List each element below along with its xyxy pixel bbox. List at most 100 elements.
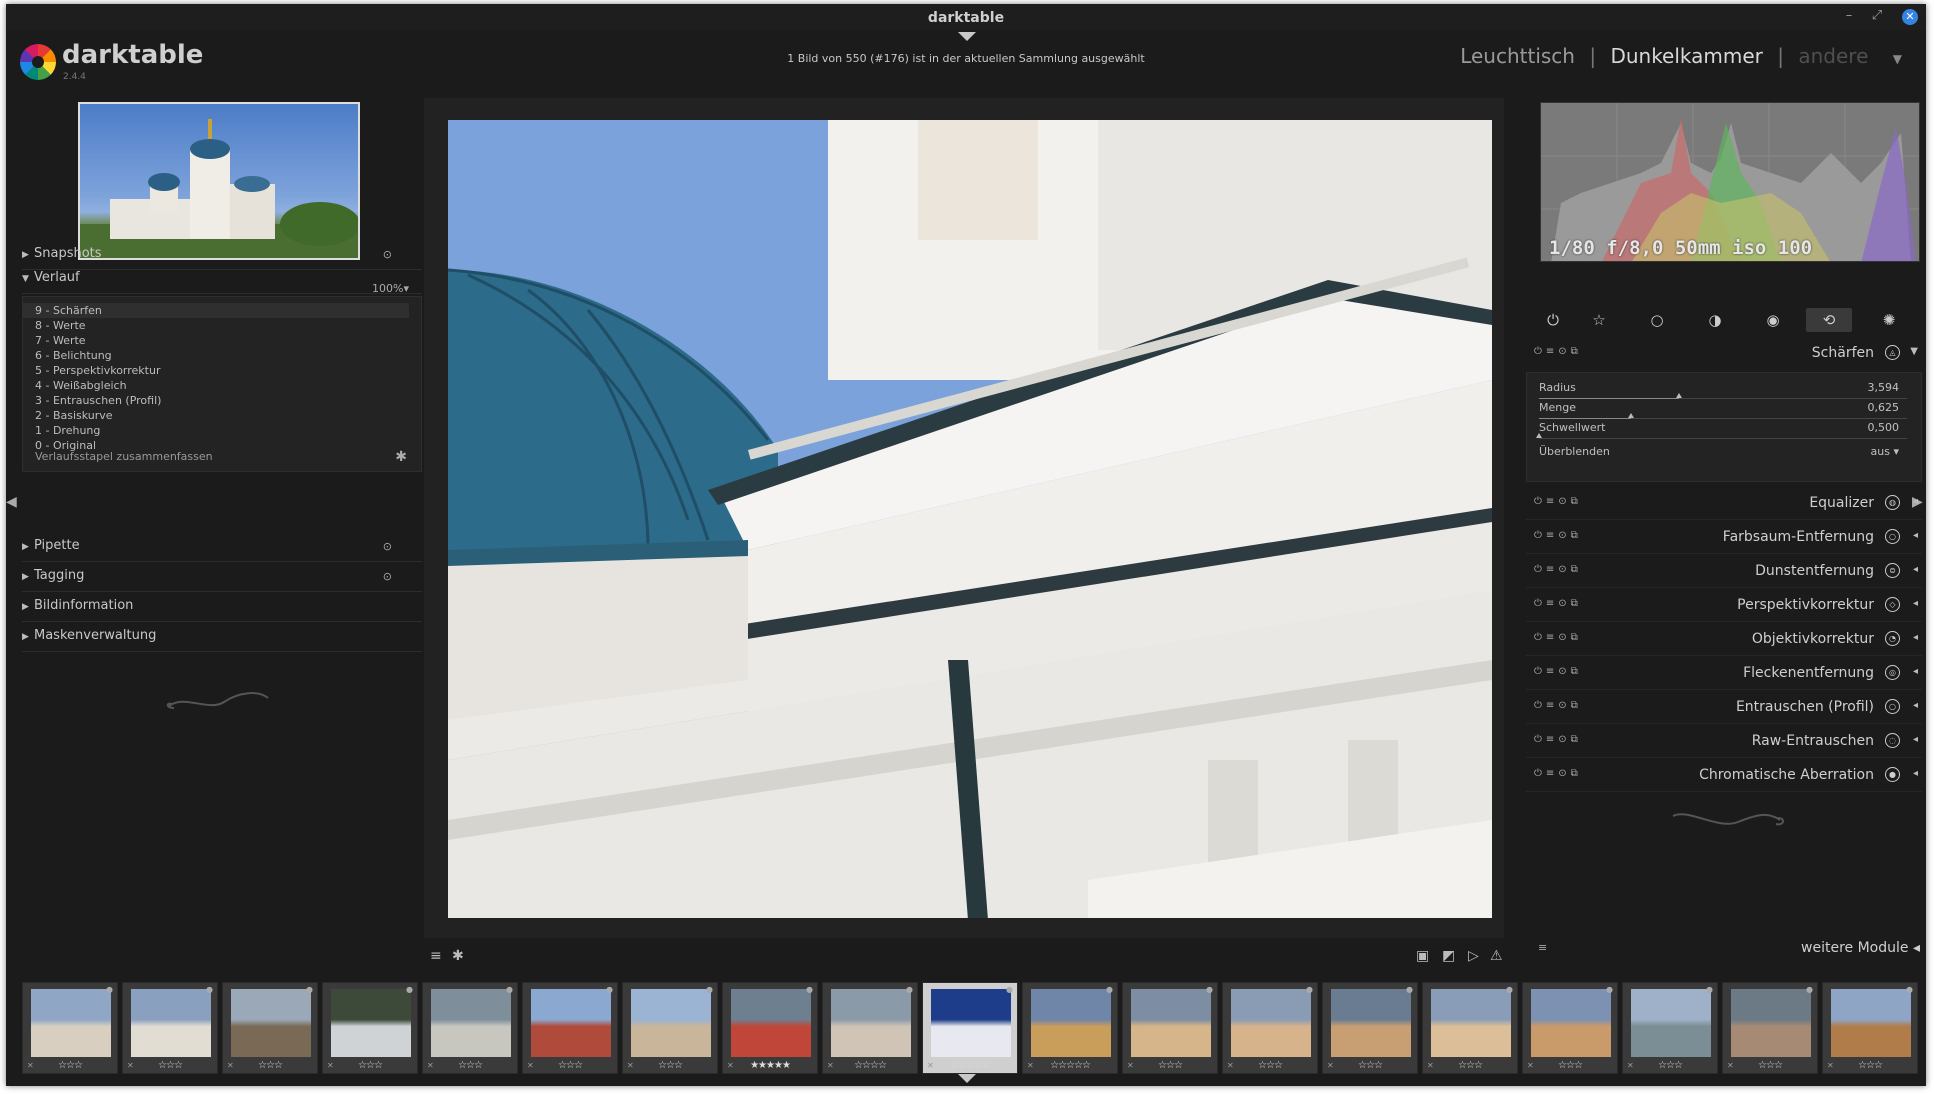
histogram[interactable]: 1/80 f/8,0 50mm iso 100 — [1540, 102, 1920, 262]
star-rating[interactable]: ☆☆☆ — [1523, 1060, 1617, 1071]
reset-icon[interactable]: ⊙ — [383, 248, 392, 261]
blend-mode-dropdown[interactable]: Überblenden aus ▾ — [1539, 445, 1907, 463]
group-icon[interactable]: ● — [1006, 985, 1013, 994]
module-controls-icon[interactable]: ⏻≡⊙⧉ — [1534, 666, 1582, 677]
module-controls-icon[interactable]: ⏻≡⊙⧉ — [1534, 598, 1582, 609]
module-row[interactable]: ⏻≡⊙⧉ Raw-Entrauschen ◌ ◂ — [1526, 726, 1922, 758]
group-icon[interactable]: ● — [1406, 985, 1413, 994]
filmstrip-thumbnail[interactable]: ● ✕ ☆☆☆☆☆ — [922, 982, 1018, 1074]
module-row[interactable]: ⏻≡⊙⧉ Perspektivkorrektur ◇ ◂ — [1526, 590, 1922, 622]
module-controls-icon[interactable]: ⏻≡⊙⧉ — [1534, 530, 1582, 541]
module-controls-icon[interactable]: ⏻≡⊙⧉ — [1534, 768, 1582, 779]
group-icon[interactable]: ● — [1106, 985, 1113, 994]
module-row[interactable]: ⏻≡⊙⧉ Dunstentfernung ⊜ ◂ — [1526, 556, 1922, 588]
views-dropdown-icon[interactable]: ▼ — [1893, 52, 1902, 66]
module-row[interactable]: ⏻≡⊙⧉ Fleckenentfernung ◎ ◂ — [1526, 658, 1922, 690]
group-icon[interactable]: ● — [1306, 985, 1313, 994]
module-row[interactable]: ⏻≡⊙⧉ Equalizer ◍ ◂ — [1526, 488, 1922, 520]
history-item[interactable]: 7 - Werte — [23, 333, 421, 348]
star-rating[interactable]: ☆☆☆ — [1623, 1060, 1717, 1071]
group-icon[interactable]: ● — [406, 985, 413, 994]
section-mask-manager[interactable]: ▶ Maskenverwaltung — [22, 628, 422, 652]
star-rating[interactable]: ☆☆☆ — [223, 1060, 317, 1071]
filmstrip-thumbnail[interactable]: ● ✕ ☆☆☆ — [1622, 982, 1718, 1074]
favorites-icon[interactable]: ☆ — [1576, 308, 1622, 332]
star-rating[interactable]: ☆☆☆ — [623, 1060, 717, 1071]
star-rating[interactable]: ☆☆☆ — [1123, 1060, 1217, 1071]
minimize-button[interactable]: – — [1840, 8, 1858, 23]
styles-icon[interactable]: ✱ — [452, 948, 464, 964]
group-icon[interactable]: ● — [606, 985, 613, 994]
filmstrip-thumbnail[interactable]: ● ✕ ☆☆☆ — [522, 982, 618, 1074]
filmstrip-thumbnail[interactable]: ● ✕ ★★★★★ — [722, 982, 818, 1074]
correct-group-icon[interactable]: ⟲ — [1806, 308, 1852, 332]
group-icon[interactable]: ● — [806, 985, 813, 994]
star-rating[interactable]: ☆☆☆ — [523, 1060, 617, 1071]
effects-group-icon[interactable]: ✺ — [1866, 308, 1912, 332]
more-modules-button[interactable]: weitere Module ◂ — [1801, 940, 1920, 956]
filmstrip-thumbnail[interactable]: ● ✕ ☆☆☆ — [22, 982, 118, 1074]
filmstrip-thumbnail[interactable]: ● ✕ ☆☆☆ — [1722, 982, 1818, 1074]
history-item[interactable]: 9 - Schärfen — [23, 303, 409, 318]
history-item[interactable]: 2 - Basiskurve — [23, 408, 421, 423]
group-icon[interactable]: ● — [506, 985, 513, 994]
module-controls-icon[interactable]: ⏻≡⊙⧉ — [1534, 496, 1582, 507]
star-rating[interactable]: ☆☆☆ — [423, 1060, 517, 1071]
filmstrip-thumbnail[interactable]: ● ✕ ☆☆☆ — [322, 982, 418, 1074]
threshold-slider[interactable]: Schwellwert 0,500 — [1536, 421, 1907, 439]
module-row[interactable]: ⏻≡⊙⧉ Objektivkorrektur ◔ ◂ — [1526, 624, 1922, 656]
history-item[interactable]: 3 - Entrauschen (Profil) — [23, 393, 421, 408]
filmstrip-thumbnail[interactable]: ● ✕ ☆☆☆ — [422, 982, 518, 1074]
filmstrip-thumbnail[interactable]: ● ✕ ☆☆☆☆☆ — [1022, 982, 1118, 1074]
softproof-icon[interactable]: ◩ — [1442, 948, 1455, 964]
section-tagging[interactable]: ▶ Tagging ⊙ — [22, 568, 422, 592]
module-sharpen-header[interactable]: ⏻≡⊙⧉ Schärfen ◬ ▼ — [1526, 338, 1922, 370]
group-icon[interactable]: ● — [106, 985, 113, 994]
star-rating[interactable]: ☆☆☆ — [1323, 1060, 1417, 1071]
star-rating[interactable]: ☆☆☆ — [123, 1060, 217, 1071]
group-icon[interactable]: ● — [1706, 985, 1713, 994]
group-icon[interactable]: ● — [306, 985, 313, 994]
maximize-button[interactable]: ⤢ — [1868, 8, 1886, 23]
module-row[interactable]: ⏻≡⊙⧉ Farbsaum-Entfernung ○ ◂ — [1526, 522, 1922, 554]
close-button[interactable]: ✕ — [1902, 9, 1918, 25]
group-icon[interactable]: ● — [206, 985, 213, 994]
star-rating[interactable]: ☆☆☆☆ — [823, 1060, 917, 1071]
group-icon[interactable]: ● — [1506, 985, 1513, 994]
left-panel-toggle-arrow[interactable]: ◀ — [6, 494, 17, 510]
bottom-panel-toggle-arrow[interactable] — [958, 1074, 976, 1083]
module-controls-icon[interactable]: ⏻≡⊙⧉ — [1534, 700, 1582, 711]
star-rating[interactable]: ☆☆☆ — [1823, 1060, 1917, 1071]
star-rating[interactable]: ☆☆☆ — [1223, 1060, 1317, 1071]
power-icon[interactable]: ⏻ — [1530, 308, 1576, 332]
filmstrip-thumbnail[interactable]: ● ✕ ☆☆☆ — [1422, 982, 1518, 1074]
navigation-preview[interactable] — [78, 102, 360, 260]
basic-group-icon[interactable]: ○ — [1634, 308, 1680, 332]
reset-icon[interactable]: ⊙ — [383, 570, 392, 583]
filmstrip-thumbnail[interactable]: ● ✕ ☆☆☆ — [1122, 982, 1218, 1074]
filmstrip-thumbnail[interactable]: ● ✕ ☆☆☆ — [1822, 982, 1918, 1074]
tone-group-icon[interactable]: ◑ — [1692, 308, 1738, 332]
filmstrip-thumbnail[interactable]: ● ✕ ☆☆☆ — [1322, 982, 1418, 1074]
filmstrip-thumbnail[interactable]: ● ✕ ☆☆☆ — [1222, 982, 1318, 1074]
group-icon[interactable]: ● — [1906, 985, 1913, 994]
section-picker[interactable]: ▶ Pipette ⊙ — [22, 538, 422, 562]
module-controls-icon[interactable]: ⏻≡⊙⧉ — [1534, 734, 1582, 745]
main-image[interactable] — [448, 120, 1492, 918]
history-item[interactable]: 5 - Perspektivkorrektur — [23, 363, 421, 378]
section-image-info[interactable]: ▶ Bildinformation — [22, 598, 422, 622]
group-icon[interactable]: ● — [1806, 985, 1813, 994]
history-item[interactable]: 4 - Weißabgleich — [23, 378, 421, 393]
module-controls-icon[interactable]: ⏻≡⊙⧉ — [1534, 632, 1582, 643]
view-darkroom[interactable]: Dunkelkammer — [1610, 44, 1762, 68]
history-item[interactable]: 8 - Werte — [23, 318, 421, 333]
filmstrip-thumbnail[interactable]: ● ✕ ☆☆☆ — [1522, 982, 1618, 1074]
section-history[interactable]: ▼ Verlauf — [22, 270, 422, 294]
create-style-icon[interactable]: ✱ — [395, 449, 407, 465]
group-icon[interactable]: ● — [906, 985, 913, 994]
reset-icon[interactable]: ⊙ — [383, 540, 392, 553]
module-controls-icon[interactable]: ⏻≡⊙⧉ — [1534, 564, 1582, 575]
star-rating[interactable]: ☆☆☆ — [1723, 1060, 1817, 1071]
star-rating[interactable]: ☆☆☆ — [323, 1060, 417, 1071]
history-item[interactable]: 6 - Belichtung — [23, 348, 421, 363]
